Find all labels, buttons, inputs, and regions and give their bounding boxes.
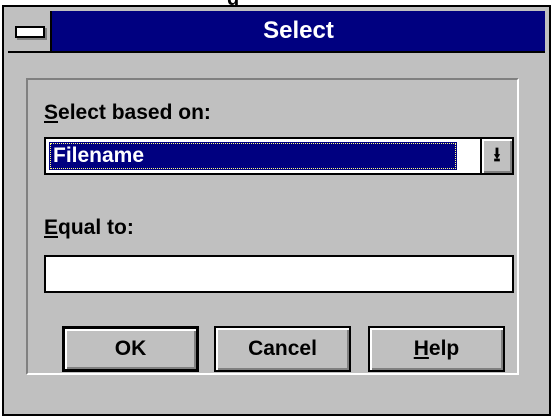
system-menu-icon[interactable] bbox=[8, 11, 52, 51]
select-based-on-label-text: elect based on: bbox=[58, 101, 211, 124]
equal-to-accel: E bbox=[44, 216, 59, 239]
select-based-on-combobox[interactable]: Filename ⭳ bbox=[44, 137, 514, 175]
select-based-on-accel: S bbox=[44, 101, 59, 124]
title-bar: Select bbox=[8, 11, 545, 53]
cancel-button[interactable]: Cancel bbox=[214, 326, 351, 372]
equal-to-label: Equal to: bbox=[44, 216, 134, 240]
system-menu-bar bbox=[15, 26, 45, 38]
dialog-title: Select bbox=[263, 17, 334, 44]
select-based-on-value: Filename bbox=[49, 142, 457, 170]
help-button-text: elp bbox=[428, 337, 460, 360]
help-accel: H bbox=[413, 337, 429, 360]
help-button[interactable]: Help bbox=[368, 326, 505, 372]
select-based-on-label: Select based on: bbox=[44, 101, 211, 125]
equal-to-label-text: qual to: bbox=[58, 216, 134, 239]
equal-to-input[interactable] bbox=[44, 255, 514, 293]
dropdown-arrow-icon[interactable]: ⭳ bbox=[480, 139, 512, 173]
ok-button[interactable]: OK bbox=[62, 326, 199, 372]
select-dialog: Select Select based on: Filename ⭳ Equal… bbox=[2, 5, 551, 416]
